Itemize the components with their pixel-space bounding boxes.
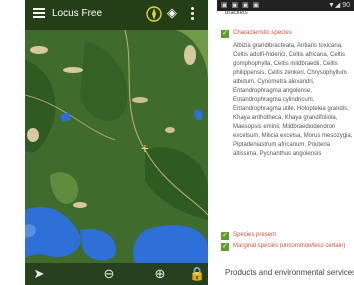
species-screen: ▣ ▣ ▣ ▣ ▼◢ 90 brackets ✓ Characteristic … — [217, 0, 354, 285]
map-view[interactable] — [25, 0, 208, 285]
map-app-bar: Locus Free ◈ — [25, 0, 208, 30]
marginal-species-label: Marginal species (uncommon/less certain) — [233, 243, 346, 249]
lock-icon[interactable]: 🔒 — [189, 266, 205, 282]
crosshair-icon: + — [140, 140, 150, 156]
compass-icon[interactable] — [145, 5, 163, 23]
signal-battery-icon: ▼◢ 90 — [327, 2, 350, 9]
checkbox-icon[interactable]: ✓ — [221, 232, 229, 240]
zoom-in-icon[interactable]: ⊕ — [152, 266, 168, 282]
gps-icon[interactable]: ➤ — [31, 266, 47, 282]
menu-icon[interactable] — [33, 8, 45, 18]
map-screen: Locus Free ◈ + ➤ ⊖ ⊕ 🔒 — [25, 0, 208, 285]
map-bottom-bar: ➤ ⊖ ⊕ 🔒 — [25, 263, 208, 285]
app-title: Locus Free — [52, 8, 103, 19]
products-heading: Products and environmental services — [225, 268, 354, 277]
layers-icon[interactable]: ◈ — [167, 6, 181, 20]
checkbox-icon[interactable]: ✓ — [221, 243, 229, 251]
species-present-label: Species present — [233, 232, 277, 238]
more-vert-icon[interactable] — [191, 7, 195, 21]
cut-heading: brackets — [225, 10, 248, 16]
characteristic-species-label: Characteristic species — [233, 30, 292, 36]
zoom-out-icon[interactable]: ⊖ — [101, 266, 117, 282]
characteristic-species-list: Albizia grandibracteata, Antiaris toxica… — [233, 43, 353, 157]
checkbox-icon[interactable]: ✓ — [221, 30, 229, 38]
